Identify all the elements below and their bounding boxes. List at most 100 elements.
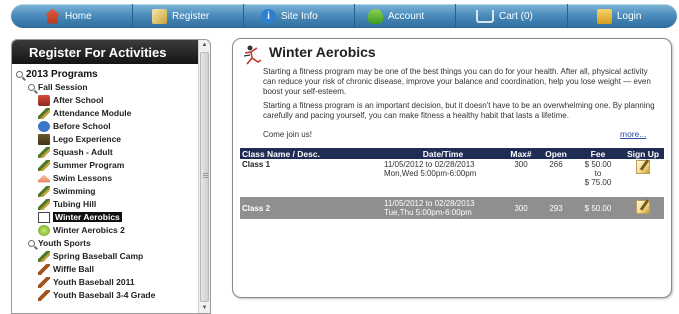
lego-icon bbox=[38, 133, 50, 145]
col-header-class-name: Class Name / Desc. bbox=[240, 148, 382, 159]
tree-item-wiffle-ball[interactable]: Wiffle Ball bbox=[38, 263, 94, 275]
sign-up-pencil-icon[interactable] bbox=[636, 200, 650, 214]
tree-node-label: 2013 Programs bbox=[26, 68, 98, 80]
scrollbar-thumb[interactable] bbox=[200, 52, 209, 302]
class-table: Class Name / Desc. Date/Time Max# Open F… bbox=[240, 148, 664, 219]
green-ball-icon bbox=[38, 224, 50, 236]
aerobics-icon bbox=[38, 211, 50, 223]
tree-item-label: Swim Lessons bbox=[53, 173, 113, 183]
tree-item-winter-aerobics-2[interactable]: Winter Aerobics 2 bbox=[38, 224, 125, 236]
activity-description-2: Starting a fitness program is an importa… bbox=[263, 101, 655, 120]
tree-item-spring-baseball-camp[interactable]: Spring Baseball Camp bbox=[38, 250, 143, 262]
fee-min: $ 50.00 bbox=[584, 160, 612, 169]
pencil-icon bbox=[38, 107, 50, 119]
tree-item-youth-baseball-2011[interactable]: Youth Baseball 2011 bbox=[38, 276, 135, 288]
bat-icon bbox=[38, 263, 50, 275]
tree-item-tubing-hill[interactable]: Tubing Hill bbox=[38, 198, 96, 210]
tree-item-label: Winter Aerobics 2 bbox=[53, 225, 125, 235]
sign-up-cell bbox=[622, 159, 664, 197]
clock-icon bbox=[38, 120, 50, 132]
cart-icon bbox=[476, 9, 494, 23]
col-header-open: Open bbox=[538, 148, 574, 159]
tree-item-lego-experience[interactable]: Lego Experience bbox=[38, 133, 121, 145]
pencil-icon bbox=[38, 159, 50, 171]
tree-item-label: Lego Experience bbox=[53, 134, 122, 144]
tree-item-youth-baseball-3-4[interactable]: Youth Baseball 3-4 Grade bbox=[38, 289, 155, 301]
tree-item-winter-aerobics[interactable]: Winter Aerobics bbox=[38, 211, 122, 223]
tree-item-attendance-module[interactable]: Attendance Module bbox=[38, 107, 131, 119]
nav-site-info-label: Site Info bbox=[281, 10, 318, 22]
aerobics-figure-icon bbox=[243, 45, 262, 65]
class-max: 300 bbox=[504, 197, 538, 219]
class-fee: $ 50.00 bbox=[574, 197, 622, 219]
tree-node-youth-sports[interactable]: Youth Sports bbox=[28, 237, 91, 249]
nav-account[interactable]: Account bbox=[368, 4, 424, 28]
table-header-row: Class Name / Desc. Date/Time Max# Open F… bbox=[240, 148, 664, 159]
tree-item-squash-adult[interactable]: Squash - Adult bbox=[38, 146, 113, 158]
tree-item-swimming[interactable]: Swimming bbox=[38, 185, 96, 197]
tree-item-label: Squash - Adult bbox=[53, 147, 113, 157]
table-row: Class 1 11/05/2012 to 02/28/2013 Mon,Wed… bbox=[240, 159, 664, 197]
nav-register[interactable]: Register bbox=[152, 4, 209, 28]
class-name: Class 1 bbox=[240, 159, 382, 197]
pencil-icon bbox=[38, 185, 50, 197]
activity-description-1: Starting a fitness program may be one of… bbox=[263, 67, 651, 96]
zoom-icon bbox=[16, 70, 23, 78]
col-header-fee: Fee bbox=[574, 148, 622, 159]
activity-tree-panel: Register For Activities 2013 Programs Fa… bbox=[11, 39, 211, 314]
schedule: Tue,Thu 5:00pm-6:00pm bbox=[384, 208, 472, 217]
activity-title: Winter Aerobics bbox=[269, 44, 376, 60]
info-icon: i bbox=[261, 8, 276, 24]
zoom-icon bbox=[28, 83, 35, 91]
nav-site-info[interactable]: i Site Info bbox=[261, 4, 318, 28]
nav-divider bbox=[243, 4, 244, 28]
date-range: 11/05/2012 to 02/28/2013 bbox=[384, 160, 475, 169]
tree-item-swim-lessons[interactable]: Swim Lessons bbox=[38, 172, 112, 184]
col-header-sign-up: Sign Up bbox=[622, 148, 664, 159]
tree-item-summer-program[interactable]: Summer Program bbox=[38, 159, 124, 171]
nav-divider bbox=[354, 4, 355, 28]
nav-home-label: Home bbox=[65, 10, 92, 22]
class-max: 300 bbox=[504, 159, 538, 197]
tree-item-label: Winter Aerobics bbox=[53, 212, 122, 222]
tree-item-after-school[interactable]: After School bbox=[38, 94, 104, 106]
class-open: 266 bbox=[538, 159, 574, 197]
schedule: Mon,Wed 5:00pm-6:00pm bbox=[384, 169, 477, 178]
tree-item-label: Summer Program bbox=[53, 160, 125, 170]
bat-icon bbox=[38, 289, 50, 301]
scroll-up-arrow-icon[interactable]: ▲ bbox=[199, 40, 210, 50]
nav-cart[interactable]: Cart (0) bbox=[476, 4, 533, 28]
fee-to: to bbox=[594, 169, 602, 178]
bat-icon bbox=[38, 276, 50, 288]
nav-divider bbox=[455, 4, 456, 28]
pencil-icon bbox=[38, 146, 50, 158]
class-date-time: 11/05/2012 to 02/28/2013 Tue,Thu 5:00pm-… bbox=[382, 197, 504, 219]
swim-icon bbox=[38, 174, 50, 183]
tree-item-label: Youth Baseball 2011 bbox=[53, 277, 135, 287]
grip-icon bbox=[203, 173, 208, 179]
col-header-max: Max# bbox=[504, 148, 538, 159]
login-icon bbox=[597, 8, 612, 24]
tree-item-before-school[interactable]: Before School bbox=[38, 120, 111, 132]
tree-node-fall-session[interactable]: Fall Session bbox=[28, 81, 88, 93]
tree-node-2013-programs[interactable]: 2013 Programs bbox=[16, 68, 98, 80]
nav-divider bbox=[132, 4, 133, 28]
class-fee: $ 50.00 to $ 75.00 bbox=[574, 159, 622, 197]
tree-item-label: Youth Baseball 3-4 Grade bbox=[53, 290, 156, 300]
activity-description-3: Come join us! bbox=[263, 130, 312, 139]
school-icon bbox=[38, 94, 50, 106]
activity-tree: 2013 Programs Fall Session After School … bbox=[12, 65, 197, 313]
nav-login[interactable]: Login bbox=[597, 4, 641, 28]
nav-register-label: Register bbox=[172, 10, 210, 22]
nav-home[interactable]: Home bbox=[45, 4, 92, 28]
nav-account-label: Account bbox=[388, 10, 425, 22]
tree-scrollbar[interactable]: ▲ ▼ bbox=[198, 40, 210, 313]
more-link[interactable]: more... bbox=[620, 129, 646, 139]
nav-cart-label: Cart (0) bbox=[499, 10, 533, 22]
col-header-date-time: Date/Time bbox=[382, 148, 504, 159]
pencil-icon bbox=[38, 198, 50, 210]
tree-node-label: Youth Sports bbox=[38, 238, 91, 248]
tree-item-label: Spring Baseball Camp bbox=[53, 251, 144, 261]
home-icon bbox=[45, 8, 60, 24]
sign-up-pencil-icon[interactable] bbox=[636, 160, 650, 174]
